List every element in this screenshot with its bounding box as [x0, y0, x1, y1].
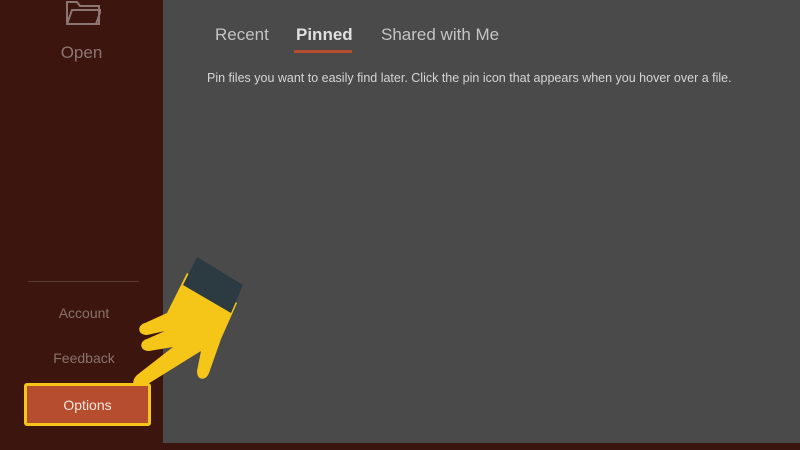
pointing-hand-icon — [133, 257, 243, 385]
pinned-empty-hint: Pin files you want to easily find later.… — [207, 71, 732, 85]
active-tab-indicator — [294, 50, 352, 53]
options-button[interactable]: Options — [24, 383, 151, 426]
tab-pinned[interactable]: Pinned — [296, 25, 353, 45]
sidebar-item-open[interactable]: Open — [0, 0, 163, 80]
main-panel: Recent Pinned Shared with Me Pin files y… — [163, 0, 800, 443]
folder-icon — [65, 0, 103, 31]
tab-recent[interactable]: Recent — [215, 25, 269, 45]
sidebar-item-label: Open — [60, 43, 103, 62]
tab-shared-with-me[interactable]: Shared with Me — [381, 25, 499, 45]
sidebar-divider — [28, 281, 139, 282]
